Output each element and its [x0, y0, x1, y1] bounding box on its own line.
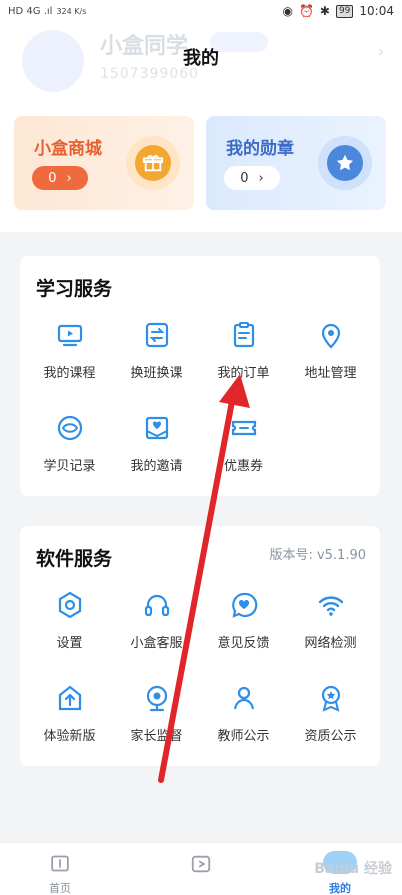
teacher-notice-item[interactable]: 教师公示 [200, 681, 287, 774]
tv-play-icon [57, 324, 82, 347]
home-book-icon [51, 855, 69, 872]
change-class-label: 换班换课 [130, 366, 183, 381]
nav-course[interactable] [161, 843, 241, 895]
shop-title: 小盒商城 [34, 139, 102, 159]
signal-icon: HD 4G .ıl [8, 5, 53, 17]
change-class-item[interactable]: 换班换课 [113, 318, 200, 411]
location-pin-icon [321, 323, 340, 349]
address-label: 地址管理 [304, 366, 357, 381]
try-new-version-item[interactable]: 体验新版 [26, 681, 113, 774]
watermark: Baidu 经验 [314, 861, 392, 877]
parent-supervision-label: 家长监督 [130, 729, 183, 744]
star-medal-icon [318, 136, 372, 190]
chevron-right-icon: › [66, 170, 72, 186]
network-speed: 324 K/s [56, 6, 87, 16]
shop-card[interactable]: 小盒商城 0 › [14, 116, 194, 210]
status-network: HD 4G .ıl 324 K/s [8, 6, 86, 17]
study-service-title: 学习服务 [36, 278, 113, 300]
headset-icon [144, 594, 169, 617]
shell-record-item[interactable]: 学贝记录 [26, 411, 113, 504]
coupon-label: 优惠券 [223, 459, 263, 474]
shell-record-label: 学贝记录 [43, 459, 96, 474]
clipboard-icon [233, 322, 254, 348]
gift-icon [126, 136, 180, 190]
promo-section: 小盒商城 0 › 我的勋章 0 › [0, 110, 402, 232]
profile-header: 小盒同学 1507399060 › 我的 [0, 22, 402, 110]
address-item[interactable]: 地址管理 [287, 318, 374, 411]
nav-home[interactable]: 首页 [20, 843, 100, 895]
teacher-notice-label: 教师公示 [217, 729, 270, 744]
award-ribbon-icon [321, 685, 340, 712]
qualification-notice-label: 资质公示 [304, 729, 357, 744]
upgrade-icon [58, 685, 81, 711]
bluetooth-icon: ✱ [319, 4, 330, 18]
feedback-label: 意见反馈 [217, 636, 270, 651]
alarm-icon: ⏰ [298, 4, 314, 18]
medal-title: 我的勋章 [226, 139, 294, 159]
customer-service-item[interactable]: 小盒客服 [113, 588, 200, 681]
medal-card[interactable]: 我的勋章 0 › [206, 116, 386, 210]
swap-icon [145, 322, 168, 348]
my-courses-label: 我的课程 [43, 366, 96, 381]
coupon-icon [231, 420, 256, 436]
my-invite-item[interactable]: 我的邀请 [113, 411, 200, 504]
hexagon-settings-icon [58, 591, 81, 619]
software-service-title: 软件服务 [36, 548, 113, 570]
my-orders-label: 我的订单 [217, 366, 270, 381]
shop-count: 0 [48, 170, 57, 186]
my-orders-item[interactable]: 我的订单 [200, 318, 287, 411]
page-title: 我的 [183, 48, 219, 69]
play-square-icon [191, 855, 211, 873]
settings-label: 设置 [56, 636, 83, 651]
eye-icon: ◉ [282, 4, 293, 18]
nav-home-label: 首页 [49, 882, 71, 895]
version-number: 版本号: v5.1.90 [269, 548, 366, 563]
try-new-version-label: 体验新版 [43, 729, 96, 744]
feedback-item[interactable]: 意见反馈 [200, 588, 287, 681]
shop-count-pill[interactable]: 0 › [32, 166, 88, 190]
settings-item[interactable]: 设置 [26, 588, 113, 681]
teacher-icon [233, 686, 254, 710]
medal-count: 0 [240, 170, 249, 186]
invite-envelope-icon [145, 416, 168, 440]
feedback-heart-icon [231, 592, 257, 618]
medal-count-pill[interactable]: 0 › [224, 166, 280, 190]
parent-supervision-item[interactable]: 家长监督 [113, 681, 200, 774]
network-check-label: 网络检测 [304, 636, 357, 651]
study-service-card: 学习服务 我的课程 换班换课 我的订单 地址管理 学贝记录 我的邀请 优惠券 [20, 256, 380, 496]
status-bar: HD 4G .ıl 324 K/s ◉ ⏰ ✱ 99 10:04 [0, 0, 402, 22]
my-courses-item[interactable]: 我的课程 [26, 318, 113, 411]
qualification-notice-item[interactable]: 资质公示 [287, 681, 374, 774]
status-time: 10:04 [359, 4, 394, 18]
customer-service-label: 小盒客服 [130, 636, 183, 651]
software-service-card: 软件服务 版本号: v5.1.90 设置 小盒客服 意见反馈 网络检测 体验新版… [20, 526, 380, 766]
parent-camera-icon [146, 685, 167, 712]
battery-indicator: 99 [335, 4, 354, 18]
network-check-item[interactable]: 网络检测 [287, 588, 374, 681]
my-invite-label: 我的邀请 [130, 459, 183, 474]
chevron-right-icon: › [258, 170, 264, 186]
coupon-item[interactable]: 优惠券 [200, 411, 287, 504]
shell-icon [57, 415, 82, 441]
wifi-icon [318, 596, 343, 616]
nav-mine-label: 我的 [329, 882, 351, 895]
